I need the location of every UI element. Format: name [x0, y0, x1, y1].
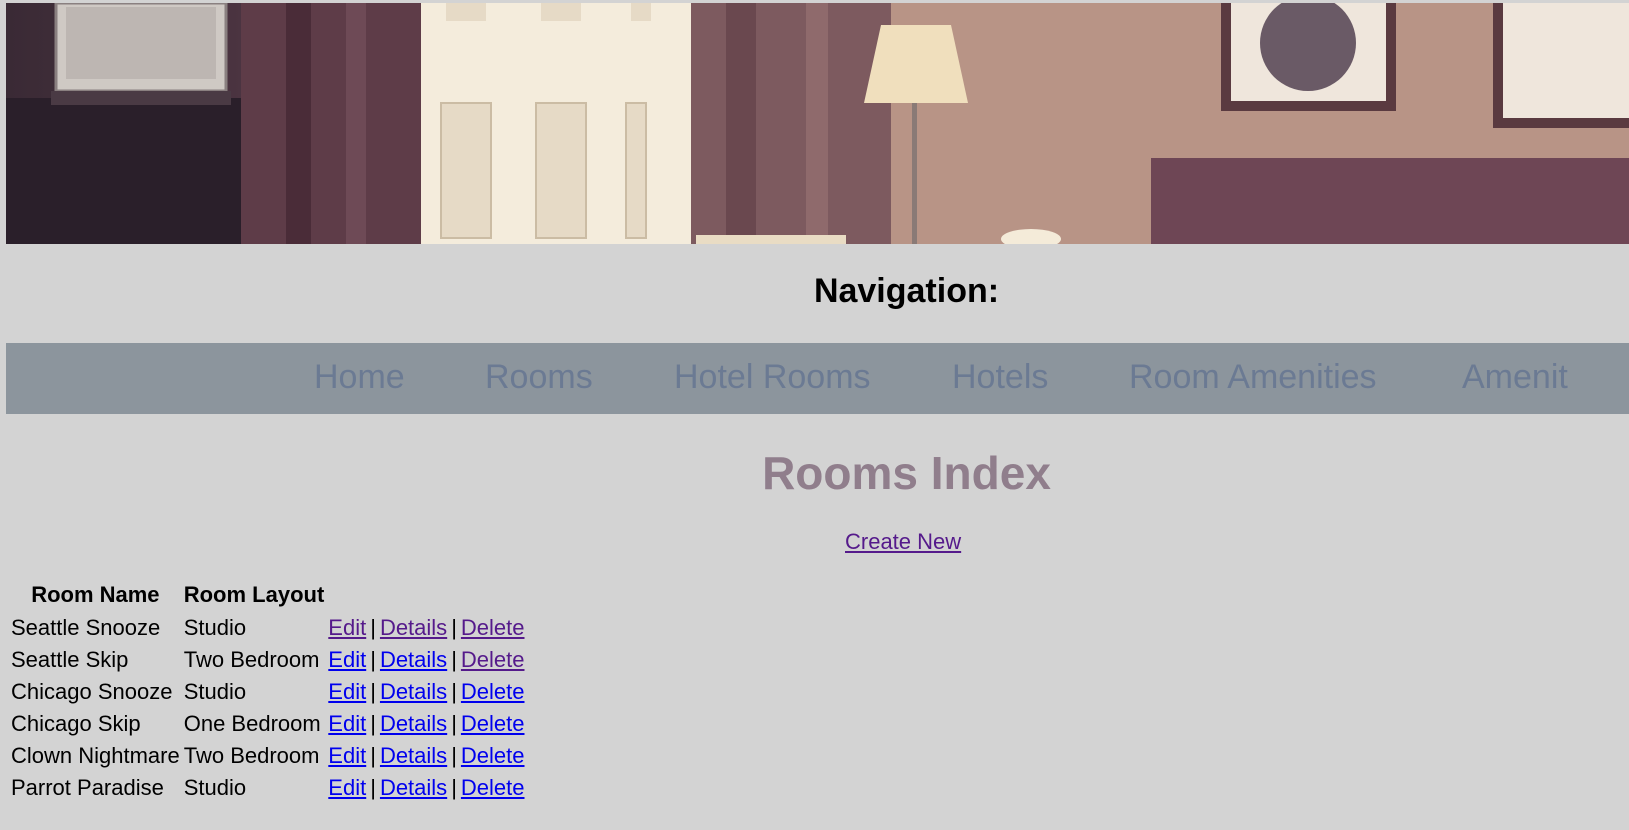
delete-link[interactable]: Delete — [461, 615, 525, 640]
room-layout-cell: Studio — [183, 775, 247, 800]
navigation-bar: Home Rooms Hotel Rooms Hotels Room Ameni… — [6, 343, 1629, 414]
actions-cell: Edit | Details | Delete — [327, 772, 525, 804]
hero-banner-image — [6, 3, 1629, 244]
nav-item-amenities[interactable]: Amenit — [1462, 358, 1568, 397]
room-name-cell: Chicago Snooze — [11, 679, 173, 704]
room-name-cell: Parrot Paradise — [11, 775, 164, 800]
rooms-table: Room Name Room Layout Seattle Snooze Stu… — [8, 580, 528, 804]
nav-item-room-amenities[interactable]: Room Amenities — [1129, 358, 1377, 397]
separator: | — [451, 647, 457, 672]
separator: | — [370, 743, 376, 768]
separator: | — [370, 615, 376, 640]
table-header-row: Room Name Room Layout — [10, 580, 526, 612]
actions-cell: Edit | Details | Delete — [327, 708, 525, 740]
nav-item-hotels[interactable]: Hotels — [952, 358, 1048, 397]
nav-item-rooms[interactable]: Rooms — [485, 358, 593, 397]
details-link[interactable]: Details — [380, 711, 447, 736]
room-name-cell: Seattle Snooze — [11, 615, 161, 640]
delete-link[interactable]: Delete — [461, 743, 525, 768]
table-row: Clown Nightmare Two Bedroom Edit | Details… — [10, 740, 526, 772]
table-row: Chicago Skip One Bedroom Edit | Details | De… — [10, 708, 526, 740]
table-row: Seattle Skip Two Bedroom Edit | Details | De… — [10, 644, 526, 676]
room-name-cell: Clown Nightmare — [11, 743, 180, 768]
hotel-room-photo — [6, 3, 1629, 244]
details-link[interactable]: Details — [380, 679, 447, 704]
edit-link[interactable]: Edit — [328, 647, 366, 672]
table-row: Parrot Paradise Studio Edit | Details | Dele… — [10, 772, 526, 804]
separator: | — [370, 647, 376, 672]
room-layout-cell: One Bedroom — [183, 711, 321, 736]
edit-link[interactable]: Edit — [328, 743, 366, 768]
separator: | — [451, 679, 457, 704]
page-title: Rooms Index — [762, 447, 1051, 499]
edit-link[interactable]: Edit — [328, 679, 366, 704]
column-header-room-layout: Room Layout — [183, 582, 325, 607]
room-layout-cell: Studio — [183, 615, 247, 640]
create-new-link[interactable]: Create New — [845, 529, 961, 555]
nav-item-hotel-rooms[interactable]: Hotel Rooms — [674, 358, 871, 397]
separator: | — [451, 775, 457, 800]
edit-link[interactable]: Edit — [328, 711, 366, 736]
table-row: Seattle Snooze Studio Edit | Details | Delet… — [10, 612, 526, 644]
details-link[interactable]: Details — [380, 775, 447, 800]
delete-link[interactable]: Delete — [461, 647, 525, 672]
column-header-room-name: Room Name — [31, 582, 160, 607]
delete-link[interactable]: Delete — [461, 775, 525, 800]
edit-link[interactable]: Edit — [328, 775, 366, 800]
actions-cell: Edit | Details | Delete — [327, 740, 525, 772]
column-header-actions — [327, 580, 525, 612]
separator: | — [370, 711, 376, 736]
separator: | — [451, 711, 457, 736]
separator: | — [370, 775, 376, 800]
actions-cell: Edit | Details | Delete — [327, 644, 525, 676]
delete-link[interactable]: Delete — [461, 679, 525, 704]
room-layout-cell: Two Bedroom — [183, 743, 320, 768]
separator: | — [451, 615, 457, 640]
page: Navigation: Home Rooms Hotel Rooms Hotel… — [0, 0, 1629, 830]
navigation-heading: Navigation: — [813, 272, 1000, 310]
details-link[interactable]: Details — [380, 743, 447, 768]
room-name-cell: Chicago Skip — [11, 711, 141, 736]
separator: | — [451, 743, 457, 768]
separator: | — [370, 679, 376, 704]
actions-cell: Edit | Details | Delete — [327, 612, 525, 644]
room-name-cell: Seattle Skip — [11, 647, 129, 672]
edit-link[interactable]: Edit — [328, 615, 366, 640]
delete-link[interactable]: Delete — [461, 711, 525, 736]
table-row: Chicago Snooze Studio Edit | Details | Delet… — [10, 676, 526, 708]
details-link[interactable]: Details — [380, 615, 447, 640]
actions-cell: Edit | Details | Delete — [327, 676, 525, 708]
nav-item-home[interactable]: Home — [314, 358, 405, 397]
details-link[interactable]: Details — [380, 647, 447, 672]
room-layout-cell: Two Bedroom — [183, 647, 320, 672]
room-layout-cell: Studio — [183, 679, 247, 704]
